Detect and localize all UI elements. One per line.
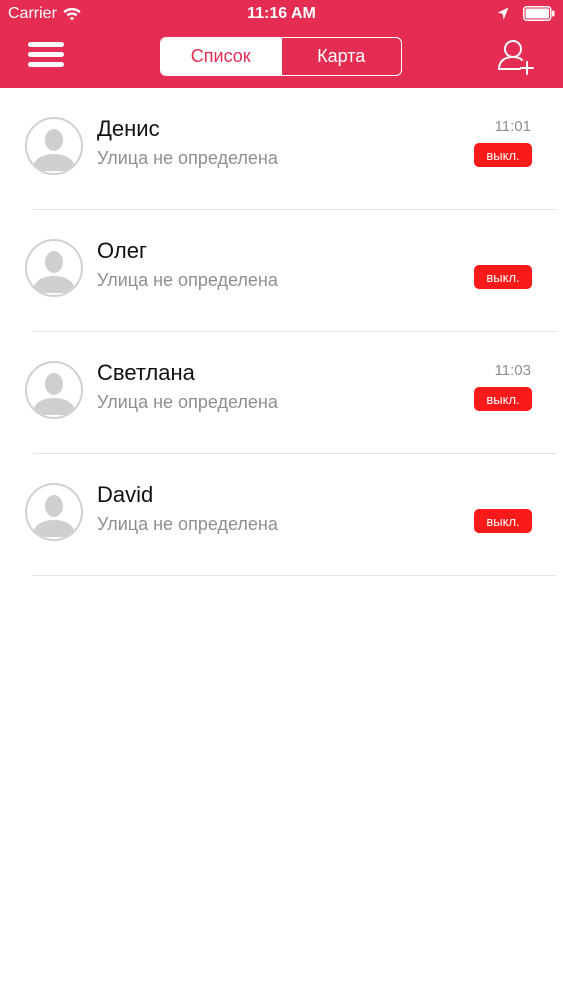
hamburger-icon-bar: [28, 52, 64, 57]
contact-street: Улица не определена: [97, 270, 278, 290]
person-placeholder-icon: [28, 242, 80, 294]
contact-street: Улица не определена: [97, 514, 278, 534]
hamburger-icon-bar: [28, 62, 64, 67]
nav-bar: Список Карта: [0, 30, 563, 88]
list-item[interactable]: David Улица не определена выкл.: [0, 454, 563, 576]
status-bar: Carrier 11:16 AM: [0, 0, 563, 30]
add-user-button[interactable]: [496, 36, 536, 76]
battery-icon: [523, 6, 555, 21]
menu-button[interactable]: [28, 40, 66, 70]
contact-time: 11:03: [494, 362, 531, 379]
list-item[interactable]: Олег Улица не определена выкл.: [0, 210, 563, 332]
contact-street: Улица не определена: [97, 392, 278, 412]
status-time: 11:16 AM: [247, 5, 316, 22]
contact-street: Улица не определена: [97, 148, 278, 168]
status-badge: выкл.: [474, 509, 532, 533]
contact-name: Светлана: [97, 360, 195, 385]
view-segmented-control: Список Карта: [160, 37, 402, 76]
contact-list: Денис Улица не определена 11:01 выкл. Ол…: [0, 88, 563, 576]
status-badge: выкл.: [474, 265, 532, 289]
hamburger-icon-bar: [28, 42, 64, 47]
contact-name: Олег: [97, 238, 147, 263]
list-item[interactable]: Светлана Улица не определена 11:03 выкл.: [0, 332, 563, 454]
list-item[interactable]: Денис Улица не определена 11:01 выкл.: [0, 88, 563, 210]
status-badge: выкл.: [474, 143, 532, 167]
app-header: Carrier 11:16 AM Список Карта: [0, 0, 563, 88]
location-arrow-icon: [497, 7, 509, 21]
status-badge: выкл.: [474, 387, 532, 411]
segment-list[interactable]: Список: [161, 38, 281, 75]
avatar: [25, 483, 83, 541]
contact-time: 11:01: [494, 118, 531, 135]
person-placeholder-icon: [28, 486, 80, 538]
avatar: [25, 361, 83, 419]
status-right: [497, 6, 555, 21]
contact-name: Денис: [97, 116, 160, 141]
divider: [33, 575, 556, 576]
person-placeholder-icon: [28, 364, 80, 416]
contact-name: David: [97, 482, 154, 507]
avatar: [25, 239, 83, 297]
segment-map[interactable]: Карта: [280, 38, 402, 75]
person-placeholder-icon: [28, 120, 80, 172]
avatar: [25, 117, 83, 175]
add-user-icon: [498, 40, 534, 75]
